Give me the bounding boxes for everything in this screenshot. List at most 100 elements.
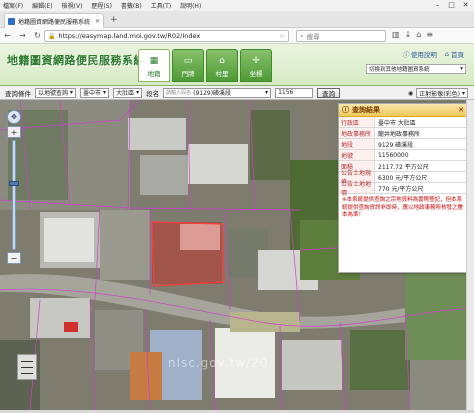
result-key: 地段 xyxy=(339,139,375,149)
address-bar[interactable]: 🔒 https://easymap.land.moi.gov.tw/R02/In… xyxy=(44,30,289,42)
menu-file[interactable]: 檔案(F) xyxy=(3,1,23,10)
search-icon: ⌕ xyxy=(300,31,304,40)
browser-menubar: 檔案(F) 編輯(E) 檢視(V) 歷程(S) 書籤(B) 工具(T) 說明(H… xyxy=(0,0,474,11)
pan-control-icon[interactable]: ✥ xyxy=(7,110,21,124)
result-value: 11560000 xyxy=(378,151,409,159)
menu-view[interactable]: 檢視(V) xyxy=(62,1,83,10)
selected-parcel-highlight xyxy=(151,221,225,287)
zoom-slider[interactable] xyxy=(9,140,19,250)
city-select[interactable]: 臺中市 ▾ xyxy=(80,87,110,98)
section-select[interactable]: 請輸入段名 (9129)磺溪段 ▾ xyxy=(163,87,272,98)
result-panel-header: ⓘ 查詢結果 ✕ xyxy=(339,104,467,117)
zoom-slider-handle[interactable] xyxy=(9,181,19,186)
result-row: 公告土地地價 770 元/平方公尺 xyxy=(339,181,467,197)
result-row: 地段 9129 磺溪段 xyxy=(339,139,467,150)
search-box[interactable]: ⌕ 搜尋 xyxy=(296,30,386,42)
query-label: 查詢條件 xyxy=(5,89,31,98)
result-disclaimer: ※本系統提供查詢之宗地資料為實際登記，但本系統提供查詢資訊非即時，應以地政事務所… xyxy=(342,197,464,218)
new-tab-icon[interactable]: + xyxy=(110,15,118,25)
minimize-icon[interactable]: – xyxy=(431,0,444,10)
house-icon: ⌂ xyxy=(444,50,449,58)
bookmark-star-icon[interactable]: ☆ xyxy=(279,32,285,40)
tab-parcel[interactable]: ▦ 地籍 xyxy=(138,49,170,82)
section-value: (9129)磺溪段 xyxy=(193,90,232,97)
result-value: 9129 磺溪段 xyxy=(378,141,414,149)
menu-icon[interactable]: ≡ xyxy=(426,30,433,39)
query-button[interactable]: 查詢 xyxy=(317,87,341,98)
chevron-down-icon: ▾ xyxy=(70,89,74,96)
reload-icon[interactable]: ↻ xyxy=(33,31,42,40)
tab-address[interactable]: ▭ 門牌 xyxy=(172,49,204,82)
site-header: 地籍圖資網路便民服務系統 ▦ 地籍 ▭ 門牌 ⌂ 村里 ✛ 坐標 ⓘ 使用說明 ⌂… xyxy=(0,44,474,86)
tab-title: 地籍圖資網路便民服務系統 xyxy=(18,18,91,26)
maximize-icon[interactable]: □ xyxy=(445,0,458,10)
browser-toolbar: ▥ ↓ ⌂ ≡ xyxy=(392,30,433,39)
query-type-select[interactable]: 以地號查詢 ▾ xyxy=(35,87,77,98)
district-value: 大肚區 xyxy=(116,90,135,97)
query-mode-tabs: ▦ 地籍 ▭ 門牌 ⌂ 村里 ✛ 坐標 xyxy=(138,49,272,82)
tab-parcel-label: 地籍 xyxy=(147,70,161,78)
result-key: 公告土地地價 xyxy=(339,181,375,197)
tab-village[interactable]: ⌂ 村里 xyxy=(206,49,238,82)
home-label: 首頁 xyxy=(451,51,464,59)
home-icon[interactable]: ⌂ xyxy=(416,30,421,39)
basemap-select[interactable]: 正射影像(彩色) ▾ xyxy=(416,88,468,98)
query-result-panel: ⓘ 查詢結果 ✕ 行政區 臺中市 大肚區 地政事務所 龍井地政事務所 地段 9129 … xyxy=(338,103,468,273)
chevron-down-icon: ▾ xyxy=(136,89,140,96)
header-links: ⓘ 使用說明 ⌂ 首頁 xyxy=(402,49,464,59)
zoom-out-button[interactable]: − xyxy=(7,252,21,264)
result-row: 行政區 臺中市 大肚區 xyxy=(339,117,467,128)
lock-icon: 🔒 xyxy=(48,32,56,40)
map-icon: ▦ xyxy=(149,56,159,66)
page-scrollbar[interactable] xyxy=(466,100,474,410)
tab-coordinate-label: 坐標 xyxy=(249,70,263,78)
browser-tab[interactable]: 地籍圖資網路便民服務系統 ✕ xyxy=(4,13,104,28)
menu-history[interactable]: 歷程(S) xyxy=(91,1,112,10)
site-logo[interactable]: 地籍圖資網路便民服務系統 xyxy=(7,52,145,68)
city-value: 臺中市 xyxy=(83,90,102,97)
search-placeholder: 搜尋 xyxy=(306,33,320,41)
download-icon[interactable]: ↓ xyxy=(405,30,412,39)
result-key: 地政事務所 xyxy=(339,128,375,138)
panel-close-icon[interactable]: ✕ xyxy=(458,106,464,114)
help-link[interactable]: ⓘ 使用說明 xyxy=(402,49,437,59)
chevron-down-icon: ▾ xyxy=(460,66,463,72)
library-icon[interactable]: ▥ xyxy=(392,30,400,39)
door-icon: ▭ xyxy=(183,56,193,66)
result-value: 2117.72 平方公尺 xyxy=(378,163,429,171)
tab-address-label: 門牌 xyxy=(181,70,195,78)
result-row: 地政事務所 龍井地政事務所 xyxy=(339,128,467,139)
menu-tools[interactable]: 工具(T) xyxy=(151,1,171,10)
info-icon: ⓘ xyxy=(342,106,349,114)
back-icon[interactable]: ← xyxy=(3,31,12,40)
tab-close-icon[interactable]: ✕ xyxy=(95,18,100,25)
tab-coordinate[interactable]: ✛ 坐標 xyxy=(240,49,272,82)
chevron-down-icon: ▾ xyxy=(461,89,465,97)
result-key: 地號 xyxy=(339,150,375,160)
help-icon: ⓘ xyxy=(402,51,409,59)
menu-help[interactable]: 說明(H) xyxy=(180,1,201,10)
result-row: 地號 11560000 xyxy=(339,150,467,161)
map-watermark: nlsc.gov.tw/20 xyxy=(168,356,269,370)
parcel-input[interactable]: 1156 xyxy=(275,87,314,98)
legend-toggle-icon[interactable] xyxy=(17,354,37,380)
chevron-down-icon: ▾ xyxy=(265,89,269,96)
close-icon[interactable]: ✕ xyxy=(459,0,472,10)
result-value: 龍井地政事務所 xyxy=(378,130,421,138)
system-select-value: 切換到其他地籍圖資系統 xyxy=(369,67,430,73)
district-select[interactable]: 大肚區 ▾ xyxy=(113,87,143,98)
menu-edit[interactable]: 編輯(E) xyxy=(32,1,52,10)
coordinate-icon: ✛ xyxy=(252,56,260,66)
basemap-value: 正射影像(彩色) xyxy=(419,90,460,98)
parcel-value: 1156 xyxy=(278,89,294,96)
section-label: 段名 xyxy=(146,89,160,98)
system-select[interactable]: 切換到其他地籍圖資系統 ▾ xyxy=(366,64,466,74)
home-link[interactable]: ⌂ 首頁 xyxy=(445,49,464,59)
menu-bookmarks[interactable]: 書籤(B) xyxy=(121,1,142,10)
forward-icon[interactable]: → xyxy=(18,31,27,40)
zoom-in-button[interactable]: + xyxy=(7,126,21,138)
visibility-icon[interactable]: ◉ xyxy=(408,90,413,97)
help-label: 使用說明 xyxy=(410,51,437,59)
tab-village-label: 村里 xyxy=(215,70,229,78)
chevron-down-icon: ▾ xyxy=(103,89,107,96)
